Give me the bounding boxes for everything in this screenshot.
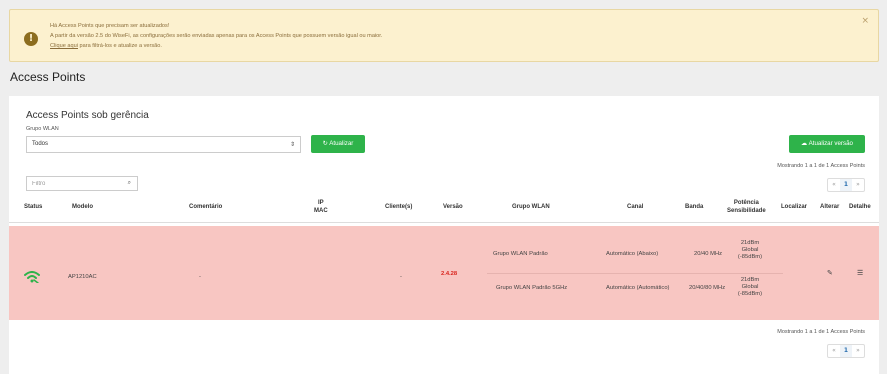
pot-2-scope: Global (741, 284, 759, 290)
subrow-divider (487, 273, 783, 274)
header-detalhe: Detalhe (849, 204, 871, 210)
wifi-icon (24, 271, 40, 283)
header-localizar: Localizar (781, 204, 808, 210)
filter-field: ⌕ (26, 176, 138, 191)
pot-1-sens: (-85dBm) (737, 254, 763, 260)
alert-line-2: A partir da versão 2.5 do WiseFi, as con… (50, 33, 383, 39)
header-banda[interactable]: Banda (685, 203, 703, 211)
pagination-bottom: « 1 » (827, 344, 865, 358)
close-icon[interactable]: × (861, 16, 869, 26)
header-status[interactable]: Status (24, 203, 42, 211)
cell-grupo-1: Grupo WLAN Padrão (493, 251, 548, 257)
header-ip-mac[interactable]: IP MAC (314, 199, 328, 215)
header-comentario[interactable]: Comentário (189, 203, 222, 211)
header-canal[interactable]: Canal (627, 203, 643, 211)
edit-icon[interactable]: ✎ (827, 269, 833, 277)
header-clientes[interactable]: Cliente(s) (385, 203, 412, 211)
update-version-label: Atualizar versão (808, 140, 853, 147)
cell-banda-2: 20/40/80 MHz (689, 285, 726, 291)
cell-banda-1: 20/40 MHz (694, 251, 723, 257)
showing-count-top: Mostrando 1 a 1 de 1 Access Points (777, 163, 865, 169)
header-modelo[interactable]: Modelo (72, 203, 93, 211)
update-version-button[interactable]: ☁ Atualizar versão (789, 135, 865, 153)
cell-potencia-2: 21dBm Global (-85dBm) (735, 277, 765, 298)
refresh-label: Atualizar (329, 140, 354, 147)
refresh-button[interactable]: ↻ Atualizar (311, 135, 365, 153)
cell-versao: 2.4.28 (441, 271, 458, 277)
group-wlan-label: Grupo WLAN (26, 126, 59, 132)
pagination-top: « 1 » (827, 178, 865, 192)
select-arrows-icon: ⇕ (289, 141, 295, 148)
cell-modelo: AP1210AC (68, 274, 97, 280)
alert-line-1: Há Access Points que precisam ser atuali… (50, 23, 170, 29)
pot-1-value: 21dBm (740, 240, 760, 246)
prev-page-button-bottom[interactable]: « (828, 345, 840, 357)
alert-line-3: Clique aqui para filtrá-los e atualize a… (50, 41, 382, 51)
next-page-button[interactable]: » (852, 179, 864, 191)
header-mac: MAC (314, 208, 328, 214)
cloud-icon: ☁ (801, 140, 808, 147)
cell-grupo-2: Grupo WLAN Padrão 5GHz (496, 285, 568, 291)
pot-2-value: 21dBm (740, 277, 760, 283)
cell-canal-1: Automático (Abaixo) (606, 251, 659, 257)
filter-link[interactable]: Clique aqui (50, 43, 78, 49)
page-1-button[interactable]: 1 (840, 179, 852, 191)
header-alterar: Alterar (820, 204, 840, 210)
access-points-panel: Access Points sob gerência Grupo WLAN To… (9, 96, 879, 374)
details-icon[interactable]: ☰ (857, 269, 863, 277)
prev-page-button[interactable]: « (828, 179, 840, 191)
header-potencia[interactable]: Potência Sensibilidade (727, 199, 766, 215)
pot-2-sens: (-85dBm) (737, 291, 763, 297)
header-potencia-label: Potência (733, 200, 759, 206)
update-alert: ! Há Access Points que precisam ser atua… (9, 9, 879, 62)
cell-potencia-1: 21dBm Global (-85dBm) (735, 240, 765, 261)
cell-comentario: - (199, 274, 201, 280)
header-versao[interactable]: Versão (443, 203, 463, 211)
cell-canal-2: Automático (Automático) (606, 285, 670, 291)
next-page-button-bottom[interactable]: » (852, 345, 864, 357)
alert-text: Há Access Points que precisam ser atuali… (50, 21, 382, 51)
page-title: Access Points (10, 70, 86, 84)
pot-1-scope: Global (741, 247, 759, 253)
header-divider (9, 222, 879, 223)
alert-line-3-text: para filtrá-los e atualize a versão. (78, 43, 162, 49)
filter-input[interactable] (27, 177, 117, 190)
exclamation-icon: ! (24, 32, 38, 46)
refresh-icon: ↻ (322, 140, 328, 147)
group-wlan-value: Todos (32, 141, 49, 147)
panel-title: Access Points sob gerência (26, 110, 149, 121)
table-row[interactable]: AP1210AC - - 2.4.28 Grupo WLAN Padrão Au… (9, 226, 879, 320)
header-sensibilidade-label: Sensibilidade (727, 208, 766, 214)
cell-clientes: - (400, 274, 402, 280)
showing-count-bottom: Mostrando 1 a 1 de 1 Access Points (777, 329, 865, 335)
search-icon[interactable]: ⌕ (128, 179, 131, 187)
page-1-button-bottom[interactable]: 1 (840, 345, 852, 357)
header-ip: IP (318, 200, 324, 206)
group-wlan-select[interactable]: Todos ⇕ (26, 136, 301, 153)
header-grupo-wlan[interactable]: Grupo WLAN (512, 203, 550, 211)
